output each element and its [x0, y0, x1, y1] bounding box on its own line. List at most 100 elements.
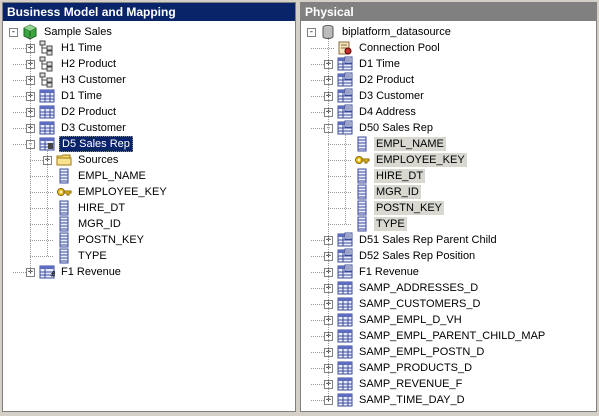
tree-node-d5-sales-rep[interactable]: - D5 Sales Rep	[26, 136, 133, 152]
tree-connector	[311, 304, 324, 305]
tree-node-label[interactable]: D52 Sales Rep Position	[357, 249, 477, 263]
folder-icon	[56, 152, 72, 168]
tree-node-d2-product[interactable]: + D2 Product	[26, 104, 118, 120]
column-icon	[56, 168, 72, 184]
tree-node-label[interactable]: SAMP_REVENUE_F	[357, 377, 464, 391]
physical-pane: Physical - biplatform_datasource Connectio…	[300, 2, 597, 412]
tree-node-d50-sales-rep[interactable]: - D50 Sales Rep	[324, 120, 435, 136]
tree-node-label[interactable]: D2 Product	[357, 73, 416, 87]
tree-node-label[interactable]: MGR_ID	[76, 217, 123, 231]
tree-connector	[328, 224, 351, 225]
tree-node-d3-customer[interactable]: + D3 Customer	[26, 120, 128, 136]
tree-node-label[interactable]: POSTN_KEY	[76, 233, 146, 247]
tree-node-label[interactable]: D50 Sales Rep	[357, 121, 435, 135]
table-icon	[337, 392, 353, 408]
tree-node-d52-sales-rep-position[interactable]: + D52 Sales Rep Position	[324, 248, 477, 264]
tree-node-samp-empl-postn-d[interactable]: + SAMP_EMPL_POSTN_D	[324, 344, 486, 360]
column-icon	[56, 232, 72, 248]
tree-node-samp-addresses-d[interactable]: + SAMP_ADDRESSES_D	[324, 280, 480, 296]
tree-connector	[30, 160, 43, 161]
tree-node-h2-product[interactable]: + H2 Product	[26, 56, 118, 72]
tree-node-label[interactable]: MGR_ID	[374, 185, 421, 199]
tree-node-h1-time[interactable]: + H1 Time	[26, 40, 104, 56]
tree-node-label[interactable]: D4 Address	[357, 105, 418, 119]
tree-node-d1-time[interactable]: + D1 Time	[324, 56, 402, 72]
tree-node-d4-address[interactable]: + D4 Address	[324, 104, 418, 120]
tree-connector	[311, 240, 324, 241]
tree-node-label[interactable]: SAMP_EMPL_PARENT_CHILD_MAP	[357, 329, 547, 343]
collapse-toggle[interactable]: -	[307, 27, 316, 37]
tree-node-label[interactable]: H2 Product	[59, 57, 118, 71]
tree-node-d51-sales-rep-parent-child[interactable]: + D51 Sales Rep Parent Child	[324, 232, 499, 248]
tree-node-sample-sales[interactable]: - Sample Sales	[9, 24, 114, 40]
tree-node-postn-key[interactable]: POSTN_KEY	[341, 200, 445, 216]
hierarchy-icon	[39, 56, 55, 72]
tree-node-postn-key[interactable]: POSTN_KEY	[43, 232, 146, 248]
tree-node-samp-time-day-d[interactable]: + SAMP_TIME_DAY_D	[324, 392, 467, 408]
tree-node-hire-dt[interactable]: HIRE_DT	[43, 200, 127, 216]
tree-node-label[interactable]: TYPE	[76, 249, 109, 263]
tree-node-label[interactable]: Connection Pool	[357, 41, 442, 55]
tree-node-employee-key[interactable]: EMPLOYEE_KEY	[43, 184, 169, 200]
tree-node-d3-customer[interactable]: + D3 Customer	[324, 88, 426, 104]
tree-node-connection-pool[interactable]: Connection Pool	[324, 40, 442, 56]
tree-node-label[interactable]: Sample Sales	[42, 25, 114, 39]
tree-node-label[interactable]: biplatform_datasource	[340, 25, 453, 39]
tree-node-label[interactable]: EMPLOYEE_KEY	[374, 153, 467, 167]
tree-node-label[interactable]: D2 Product	[59, 105, 118, 119]
table-icon	[337, 376, 353, 392]
tree-connector	[311, 256, 324, 257]
tree-node-label[interactable]: EMPL_NAME	[374, 137, 446, 151]
tree-node-label[interactable]: POSTN_KEY	[374, 201, 445, 215]
tree-node-mgr-id[interactable]: MGR_ID	[43, 216, 123, 232]
tree-connector	[13, 64, 26, 65]
physical-table-icon	[337, 248, 353, 264]
connection-pool-icon	[337, 40, 353, 56]
tree-node-label[interactable]: SAMP_TIME_DAY_D	[357, 393, 467, 407]
tree-node-label[interactable]: HIRE_DT	[76, 201, 127, 215]
collapse-toggle[interactable]: -	[9, 27, 18, 37]
tree-node-label[interactable]: F1 Revenue	[357, 265, 421, 279]
tree-node-samp-revenue-f[interactable]: + SAMP_REVENUE_F	[324, 376, 464, 392]
tree-node-samp-empl-d-vh[interactable]: + SAMP_EMPL_D_VH	[324, 312, 464, 328]
tree-node-samp-empl-parent-child-map[interactable]: + SAMP_EMPL_PARENT_CHILD_MAP	[324, 328, 547, 344]
tree-node-h3-customer[interactable]: + H3 Customer	[26, 72, 128, 88]
tree-node-label[interactable]: SAMP_PRODUCTS_D	[357, 361, 474, 375]
tree-node-label[interactable]: D1 Time	[59, 89, 104, 103]
tree-connector	[13, 272, 26, 273]
tree-connector	[311, 64, 324, 65]
tree-node-samp-customers-d[interactable]: + SAMP_CUSTOMERS_D	[324, 296, 482, 312]
tree-node-mgr-id[interactable]: MGR_ID	[341, 184, 421, 200]
tree-node-label[interactable]: F1 Revenue	[59, 265, 123, 279]
tree-node-f1-revenue[interactable]: +#F1 Revenue	[26, 264, 123, 280]
tree-node-label[interactable]: H3 Customer	[59, 73, 128, 87]
tree-node-label[interactable]: TYPE	[374, 217, 407, 231]
tree-node-empl-name[interactable]: EMPL_NAME	[43, 168, 148, 184]
tree-node-label[interactable]: H1 Time	[59, 41, 104, 55]
tree-connector	[13, 128, 26, 129]
tree-node-f1-revenue[interactable]: + F1 Revenue	[324, 264, 421, 280]
tree-node-d1-time[interactable]: + D1 Time	[26, 88, 104, 104]
tree-node-d2-product[interactable]: + D2 Product	[324, 72, 416, 88]
tree-node-label[interactable]: D3 Customer	[59, 121, 128, 135]
tree-node-label[interactable]: EMPLOYEE_KEY	[76, 185, 169, 199]
tree-node-hire-dt[interactable]: HIRE_DT	[341, 168, 426, 184]
tree-node-label[interactable]: D3 Customer	[357, 89, 426, 103]
tree-node-label[interactable]: HIRE_DT	[374, 169, 426, 183]
tree-node-employee-key[interactable]: EMPLOYEE_KEY	[341, 152, 467, 168]
tree-branch-line	[30, 37, 31, 272]
tree-node-empl-name[interactable]: EMPL_NAME	[341, 136, 446, 152]
tree-node-label[interactable]: EMPL_NAME	[76, 169, 148, 183]
tree-node-label[interactable]: SAMP_CUSTOMERS_D	[357, 297, 482, 311]
tree-node-label[interactable]: SAMP_ADDRESSES_D	[357, 281, 480, 295]
tree-node-label[interactable]: SAMP_EMPL_POSTN_D	[357, 345, 486, 359]
tree-node-label[interactable]: D1 Time	[357, 57, 402, 71]
tree-node-sources[interactable]: + Sources	[43, 152, 120, 168]
tree-node-label[interactable]: Sources	[76, 153, 120, 167]
tree-node-label[interactable]: D5 Sales Rep	[59, 136, 133, 152]
tree-node-samp-products-d[interactable]: + SAMP_PRODUCTS_D	[324, 360, 474, 376]
tree-connector	[30, 224, 53, 225]
tree-node-label[interactable]: D51 Sales Rep Parent Child	[357, 233, 499, 247]
tree-node-label[interactable]: SAMP_EMPL_D_VH	[357, 313, 464, 327]
tree-connector	[13, 80, 26, 81]
